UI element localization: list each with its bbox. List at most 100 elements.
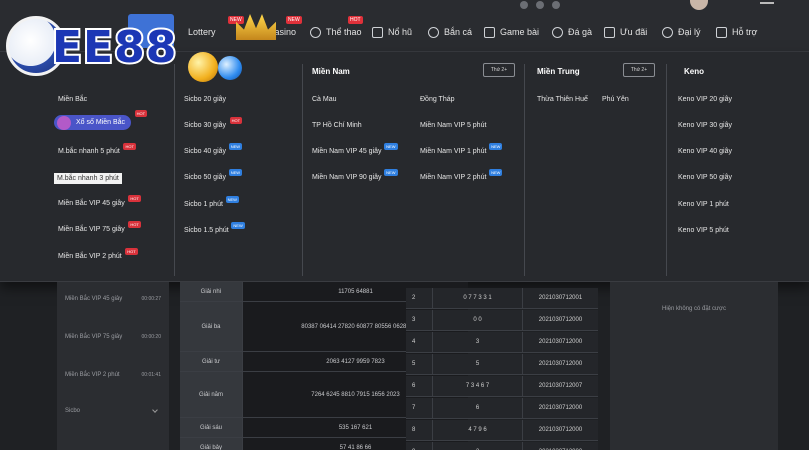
table-row[interactable]: 5 5 2021030712000	[406, 354, 598, 375]
cards-icon	[484, 26, 495, 38]
nav-item-agent[interactable]: Đại lý	[662, 22, 701, 42]
link-label: Xổ số Miền Bắc	[76, 119, 126, 126]
mien-nam-more-button[interactable]: Thứ 2+	[483, 63, 515, 77]
keno-title: Keno	[684, 67, 704, 76]
link-keno-50[interactable]: Keno VIP 50 giây	[678, 174, 732, 181]
gold-ball-icon	[188, 52, 218, 82]
list-item[interactable]: Miền Bắc VIP 2 phút 00:01:41	[65, 372, 165, 390]
hot-badge: HOT	[123, 143, 136, 150]
link-mb-vip-2[interactable]: Miền Bắc VIP 2 phút HOT	[58, 248, 138, 260]
table-row[interactable]: 2 0 7 7 3 3 1 2021030712001	[406, 288, 598, 309]
row-result: 6	[432, 398, 522, 419]
link-label: Miền Nam VIP 5 phút	[420, 122, 487, 129]
list-item[interactable]: Miền Bắc VIP 75 giây 00:00:20	[65, 334, 165, 352]
nav-item-cockfight[interactable]: Đá gà	[552, 22, 592, 42]
link-mb-vip-75[interactable]: Miền Bắc VIP 75 giây HOT	[58, 221, 141, 233]
ee88-logo[interactable]: EE88	[6, 16, 242, 96]
table-row[interactable]: 6 7 3 4 6 7 2021030712007	[406, 376, 598, 397]
table-row[interactable]: 9 2 2021030712000	[406, 442, 598, 450]
link-label: Sicbo 30 giây	[184, 122, 227, 129]
game-list-sidebar: Miền Bắc VIP 45 giây 00:00:27 Miền Bắc V…	[57, 282, 169, 450]
link-ca-mau[interactable]: Cà Mau	[312, 96, 337, 103]
chevron-down-icon	[152, 407, 158, 413]
row-issue-id: 2021030712000	[522, 442, 598, 450]
table-row[interactable]: 3 0 0 2021030712000	[406, 310, 598, 331]
prize-label: Giải ba	[180, 302, 242, 351]
prize-label: Giải năm	[180, 372, 242, 417]
link-thua-thien-hue[interactable]: Thừa Thiên Huế	[537, 96, 588, 103]
link-phu-yen[interactable]: Phú Yên	[602, 96, 629, 103]
row-number: 8	[412, 427, 416, 433]
new-badge: NEW	[384, 143, 398, 150]
mien-trung-more-button[interactable]: Thứ 2+	[623, 63, 655, 77]
row-result: 0 7 7 3 3 1	[432, 288, 522, 309]
new-badge: NEW	[228, 143, 243, 150]
divider	[524, 64, 525, 276]
nav-item-slot[interactable]: Nổ hũ	[372, 22, 412, 42]
list-item[interactable]: Miền Bắc VIP 45 giây 00:00:27	[65, 296, 165, 314]
lottery-ball-icon	[57, 116, 71, 130]
link-dong-thap[interactable]: Đồng Tháp	[420, 96, 455, 103]
menu-icon[interactable]	[760, 2, 774, 5]
link-sicbo-50[interactable]: Sicbo 50 giây NEW	[184, 169, 243, 181]
nav-item-support[interactable]: Hỗ trợ	[716, 22, 757, 42]
link-mn-vip-2[interactable]: Miền Nam VIP 2 phút NEW	[420, 169, 503, 181]
nav-item-promotions[interactable]: Ưu đãi	[604, 22, 647, 42]
new-badge: NEW	[225, 196, 239, 203]
link-label: Miền Nam VIP 45 giây	[312, 148, 382, 155]
table-row[interactable]: 4 3 2021030712000	[406, 332, 598, 353]
empty-bets-message: Hiện không có đặt cược	[662, 306, 726, 312]
link-keno-40[interactable]: Keno VIP 40 giây	[678, 148, 732, 155]
link-sicbo-1[interactable]: Sicbo 1 phút NEW	[184, 196, 239, 208]
link-sicbo-30[interactable]: Sicbo 30 giây HOT	[184, 117, 243, 129]
utility-icon-1[interactable]	[520, 1, 528, 9]
link-sicbo-15[interactable]: Sicbo 1.5 phút NEW	[184, 222, 245, 234]
link-sicbo-40[interactable]: Sicbo 40 giây NEW	[184, 143, 243, 155]
promo-icon	[604, 26, 615, 38]
sicbo-select[interactable]: Sicbo	[65, 407, 165, 426]
utility-icon-2[interactable]	[536, 1, 544, 9]
link-mn-vip-90[interactable]: Miền Nam VIP 90 giây NEW	[312, 169, 398, 181]
link-keno-20[interactable]: Keno VIP 20 giây	[678, 96, 732, 103]
link-keno-1[interactable]: Keno VIP 1 phút	[678, 201, 729, 208]
prize-label: Giải sáu	[180, 418, 242, 437]
link-mb-vip-45[interactable]: Miền Bắc VIP 45 giây HOT	[58, 195, 141, 207]
link-label: Đồng Tháp	[420, 96, 455, 103]
row-number: 5	[412, 361, 416, 367]
row-number: 4	[412, 339, 416, 345]
link-mn-vip-5[interactable]: Miền Nam VIP 5 phút	[420, 122, 486, 129]
new-badge: NEW	[489, 143, 503, 150]
link-mb-nhanh-5[interactable]: M.bắc nhanh 5 phút HOT	[58, 143, 136, 155]
nav-item-sports[interactable]: Thể thao	[310, 22, 362, 42]
countdown: 00:00:20	[141, 334, 161, 340]
nav-item-fishing[interactable]: Bắn cá	[428, 22, 472, 42]
link-label: Keno VIP 40 giây	[678, 148, 732, 155]
link-mn-vip-1[interactable]: Miền Nam VIP 1 phút NEW	[420, 143, 503, 155]
link-mb-nhanh-3[interactable]: M.bắc nhanh 3 phút	[54, 173, 122, 184]
support-icon	[716, 26, 727, 38]
link-xo-so-mien-bac[interactable]: Xổ số Miền Bắc HOT	[54, 110, 148, 130]
link-mien-bac[interactable]: Miền Bắc	[58, 96, 87, 103]
link-keno-30[interactable]: Keno VIP 30 giây	[678, 122, 732, 129]
link-keno-5[interactable]: Keno VIP 5 phút	[678, 227, 729, 234]
countdown: 00:01:41	[141, 372, 161, 378]
utility-icon-3[interactable]	[552, 1, 560, 9]
hot-badge: HOT	[229, 117, 243, 124]
link-sicbo-20[interactable]: Sicbo 20 giây	[184, 96, 226, 103]
blue-ball-icon	[218, 56, 242, 80]
new-badge: NEW	[384, 169, 398, 176]
row-result: 5	[432, 354, 522, 375]
new-badge: NEW	[286, 16, 302, 24]
row-number: 2	[412, 295, 416, 301]
table-row[interactable]: 8 4 7 9 6 2021030712000	[406, 420, 598, 441]
nav-item-card-games[interactable]: Game bài	[484, 22, 539, 42]
link-label: Miền Nam VIP 90 giây	[312, 174, 382, 181]
link-tp-hcm[interactable]: TP Hồ Chí Minh	[312, 122, 362, 129]
table-row[interactable]: 7 6 2021030712000	[406, 398, 598, 419]
nav-item-label: Đại lý	[678, 27, 701, 37]
link-label: Sicbo 20 giây	[184, 96, 227, 103]
row-result: 4 7 9 6	[432, 420, 522, 441]
hot-badge: HOT	[128, 221, 141, 228]
link-mn-vip-45[interactable]: Miền Nam VIP 45 giây NEW	[312, 143, 398, 155]
link-label: Miền Bắc VIP 2 phút	[58, 253, 122, 260]
